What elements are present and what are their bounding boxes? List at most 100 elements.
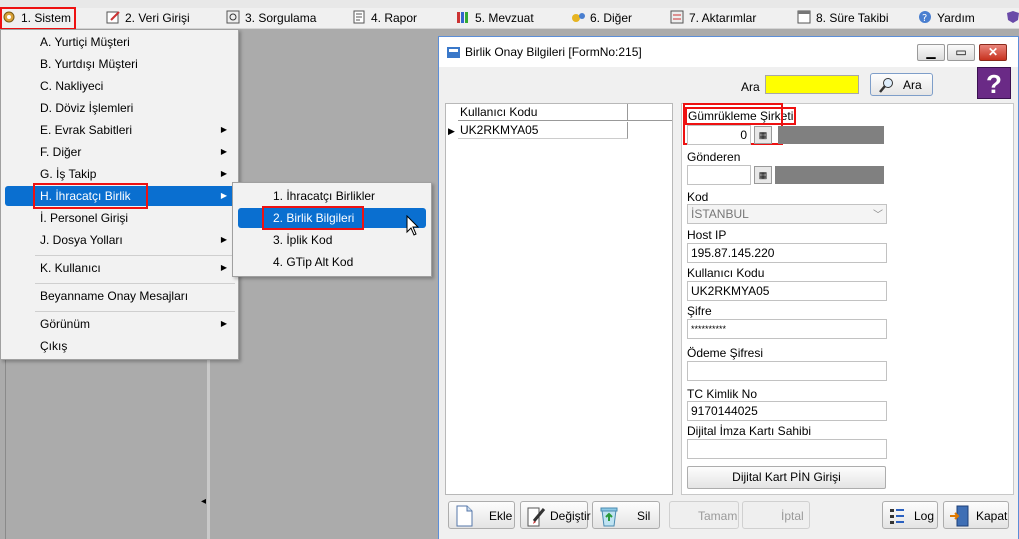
sistem-dropdown: A. Yurtiçi Müşteri B. Yurtdışı Müşteri C… xyxy=(0,29,239,360)
edit-document-icon xyxy=(526,505,546,527)
users-grid[interactable]: Kullanıcı Kodu ▶ UK2RKMYA05 xyxy=(445,103,673,495)
menu-item-evrak-sabitleri[interactable]: E. Evrak Sabitleri ▶ xyxy=(5,120,235,140)
submenu-arrow-icon: ▶ xyxy=(220,169,227,178)
ihracatci-birlik-submenu: 1. İhracatçı Birlikler 2. Birlik Bilgile… xyxy=(232,182,432,277)
sifre-input[interactable]: ********** xyxy=(687,319,887,339)
birlik-onay-window: Birlik Onay Bilgileri [FormNo:215] ▁ ▭ ✕… xyxy=(438,36,1019,539)
kod-select[interactable]: İSTANBUL ﹀ xyxy=(687,204,887,224)
shield-icon xyxy=(1006,10,1019,24)
menu-rapor[interactable]: 4. Rapor xyxy=(352,9,417,28)
tamam-button[interactable]: Tamam xyxy=(669,501,739,529)
edit-icon xyxy=(106,10,122,24)
menu-item-ihracatci-birlik[interactable]: H. İhracatçı Birlik ▶ xyxy=(5,183,235,209)
collapse-arrow-icon[interactable]: ◂ xyxy=(201,496,206,507)
submenu-arrow-icon: ▶ xyxy=(220,263,227,272)
submenu-item-gtip-alt-kod[interactable]: 4. GTip Alt Kod xyxy=(238,252,426,272)
degistir-button[interactable]: Değiştir xyxy=(520,501,591,529)
sifre-label: Şifre xyxy=(687,304,712,318)
menu-aktarimlar[interactable]: 7. Aktarımlar xyxy=(670,9,756,28)
window-titlebar[interactable]: Birlik Onay Bilgileri [FormNo:215] ▁ ▭ ✕ xyxy=(439,37,1018,67)
tc-kimlik-input[interactable]: 9170144025 xyxy=(687,401,887,421)
menu-item-doviz-islemleri[interactable]: D. Döviz İşlemleri xyxy=(5,98,235,118)
menu-item-yurtdisi-musteri[interactable]: B. Yurtdışı Müşteri xyxy=(5,54,235,74)
window-title: Birlik Onay Bilgileri [FormNo:215] xyxy=(465,45,642,59)
report-icon xyxy=(352,10,368,24)
menu-item-dosya-yollari[interactable]: J. Dosya Yolları ▶ xyxy=(5,230,235,250)
menu-item-beyanname-onay[interactable]: Beyanname Onay Mesajları xyxy=(5,286,235,306)
search-label: Ara xyxy=(741,80,760,94)
menu-item-kullanici[interactable]: K. Kullanıcı ▶ xyxy=(5,258,235,278)
submenu-item-ihracatci-birlikler[interactable]: 1. İhracatçı Birlikler xyxy=(238,186,426,206)
menu-item-gorunum[interactable]: Görünüm ▶ xyxy=(5,314,235,334)
app-titlebar-strip xyxy=(0,0,1019,8)
submenu-arrow-icon: ▶ xyxy=(220,235,227,244)
menu-item-cikis[interactable]: Çıkış xyxy=(5,336,235,356)
help-button[interactable]: ? xyxy=(977,67,1011,99)
highlight-box xyxy=(262,206,364,230)
exit-door-icon xyxy=(949,505,969,527)
menu-sure-takibi[interactable]: 8. Süre Takibi xyxy=(797,9,889,28)
submenu-item-iplik-kod[interactable]: 3. İplik Kod xyxy=(238,230,426,250)
menu-separator xyxy=(35,283,235,284)
menu-item-yurtici-musteri[interactable]: A. Yurtiçi Müşteri xyxy=(5,32,235,52)
ekle-button[interactable]: Ekle xyxy=(448,501,515,529)
maximize-button[interactable]: ▭ xyxy=(947,44,975,61)
menu-sistem[interactable]: 1. Sistem xyxy=(0,7,76,30)
menu-veri-girisi[interactable]: 2. Veri Girişi xyxy=(106,9,190,28)
search-button[interactable]: Ara xyxy=(870,73,933,96)
recycle-bin-icon xyxy=(598,505,618,527)
tools-icon xyxy=(571,10,587,24)
gonderen-input[interactable] xyxy=(687,165,751,185)
dijital-imza-input[interactable] xyxy=(687,439,887,459)
gumrukleme-input[interactable]: 0 xyxy=(687,125,751,145)
detail-form: Gümrükleme Şirketi 0 ▦ Gönderen ▦ Kod İS… xyxy=(681,103,1014,495)
query-icon xyxy=(226,10,242,24)
dijital-kart-pin-button[interactable]: Dijital Kart PİN Girişi xyxy=(687,466,886,489)
odeme-sifresi-label: Ödeme Şifresi xyxy=(687,346,764,360)
close-button[interactable]: ✕ xyxy=(979,44,1007,61)
submenu-arrow-icon: ▶ xyxy=(220,125,227,134)
table-row[interactable]: UK2RKMYA05 xyxy=(458,122,628,139)
kullanici-kodu-input[interactable]: UK2RKMYA05 xyxy=(687,281,887,301)
bottom-toolbar: Ekle Değiştir Sil Tamam İptal Log Kapat xyxy=(439,495,1018,539)
sistem-icon xyxy=(2,10,18,24)
lookup-icon[interactable]: ▦ xyxy=(754,126,772,144)
menu-item-personel-girisi[interactable]: İ. Personel Girişi xyxy=(5,208,235,228)
highlight-box xyxy=(33,183,148,209)
odeme-sifresi-input[interactable] xyxy=(687,361,887,381)
menu-item-is-takip[interactable]: G. İş Takip ▶ xyxy=(5,164,235,184)
mouse-cursor-icon xyxy=(406,214,420,240)
kapat-button[interactable]: Kapat xyxy=(943,501,1009,529)
menu-item-diger[interactable]: F. Diğer ▶ xyxy=(5,142,235,162)
log-button[interactable]: Log xyxy=(882,501,938,529)
tc-kimlik-label: TC Kimlik No xyxy=(687,387,758,401)
menu-mevzuat[interactable]: 5. Mevzuat xyxy=(456,9,534,28)
minimize-button[interactable]: ▁ xyxy=(917,44,945,61)
calendar-icon xyxy=(797,10,813,24)
host-ip-label: Host IP xyxy=(687,228,727,242)
splitter[interactable] xyxy=(673,103,681,495)
row-indicator-icon: ▶ xyxy=(448,126,455,136)
iptal-button[interactable]: İptal xyxy=(742,501,810,529)
submenu-arrow-icon: ▶ xyxy=(220,147,227,156)
kullanici-kodu-label: Kullanıcı Kodu xyxy=(687,266,765,280)
menu-sorgulama[interactable]: 3. Sorgulama xyxy=(226,9,316,28)
menu-separator xyxy=(35,311,235,312)
search-input[interactable] xyxy=(765,75,859,94)
chevron-down-icon: ﹀ xyxy=(873,210,883,221)
host-ip-input[interactable]: 195.87.145.220 xyxy=(687,243,887,263)
kod-label: Kod xyxy=(687,190,709,204)
menu-separator xyxy=(35,255,235,256)
svg-text:?: ? xyxy=(922,13,927,24)
menu-yardim[interactable]: ? Yardım xyxy=(918,9,975,28)
log-icon xyxy=(888,505,908,527)
menu-diger[interactable]: 6. Diğer xyxy=(571,9,632,28)
submenu-arrow-icon: ▶ xyxy=(220,191,227,200)
sil-button[interactable]: Sil xyxy=(592,501,660,529)
menu-item-nakliyeci[interactable]: C. Nakliyeci xyxy=(5,76,235,96)
grid-column-header[interactable]: Kullanıcı Kodu xyxy=(458,104,628,121)
submenu-item-birlik-bilgileri[interactable]: 2. Birlik Bilgileri xyxy=(238,206,426,230)
menu-extra-icon[interactable] xyxy=(1006,9,1019,28)
lookup-icon[interactable]: ▦ xyxy=(754,166,772,184)
books-icon xyxy=(456,10,472,24)
